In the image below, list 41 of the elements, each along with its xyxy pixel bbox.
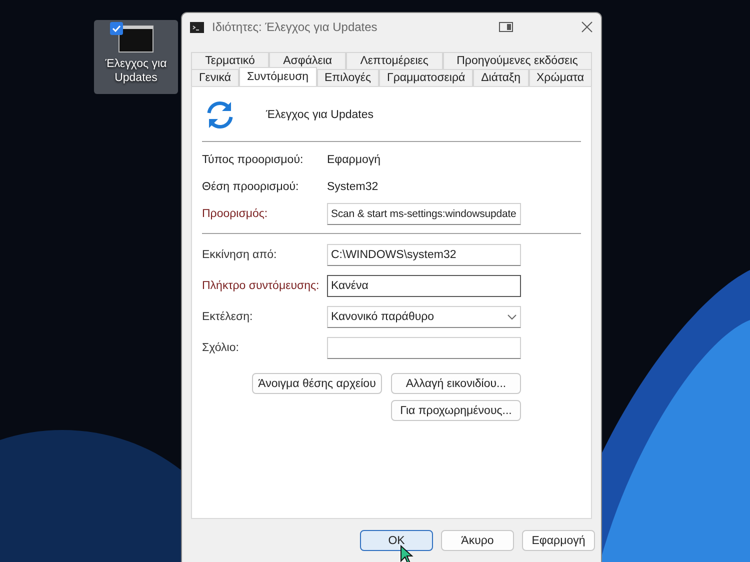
input-field[interactable]: C:\WINDOWS\system32 xyxy=(327,244,521,266)
desktop-shortcut[interactable]: Έλεγχος για Updates xyxy=(94,20,178,94)
target-field[interactable]: Scan & start ms-settings:windowsupdate xyxy=(327,203,521,225)
action-button[interactable]: Άνοιγμα θέσης αρχείου xyxy=(252,373,382,394)
field-value: System32 xyxy=(327,181,380,193)
tab[interactable]: Τερματικό xyxy=(191,52,269,69)
tab[interactable]: Διάταξη xyxy=(473,69,529,86)
dialog-button[interactable]: Άκυρο xyxy=(441,530,514,551)
tab[interactable]: Ασφάλεια xyxy=(269,52,346,69)
input-field[interactable] xyxy=(327,337,521,359)
field-label: Πλήκτρο συντόμευσης: xyxy=(202,280,320,292)
console-icon xyxy=(190,22,204,32)
field-label: Θέση προορισμού: xyxy=(202,181,300,193)
window-title: Ιδιότητες: Έλεγχος για Updates xyxy=(212,20,378,34)
field-label: Σχόλιο: xyxy=(202,342,240,354)
action-button[interactable]: Για προχωρημένους... xyxy=(391,400,521,421)
field-label: Εκκίνηση από: xyxy=(202,249,278,261)
field-label: Εκτέλεση: xyxy=(202,311,254,323)
field-label: Τύπος προορισμού: xyxy=(202,154,304,166)
field-value: Εφαρμογή xyxy=(327,154,382,166)
tab[interactable]: Συντόμευση xyxy=(238,67,317,86)
dialog-button[interactable]: OK xyxy=(360,530,433,551)
chevron-down-icon xyxy=(507,314,517,320)
tab[interactable]: Προηγούμενες εκδόσεις xyxy=(442,52,592,69)
dialog-button[interactable]: Εφαρμογή xyxy=(522,530,595,551)
dropdown[interactable]: Κανονικό παράθυρο xyxy=(327,306,521,328)
action-button[interactable]: Αλλαγή εικονιδίου... xyxy=(391,373,521,394)
shortcut-label: Έλεγχος για Updates xyxy=(104,57,168,85)
tab[interactable]: Χρώματα xyxy=(528,69,592,86)
checkbox-icon[interactable] xyxy=(110,22,123,35)
tab[interactable]: Γενικά xyxy=(191,69,239,86)
console-window-icon xyxy=(116,24,156,54)
close-icon[interactable] xyxy=(581,21,593,33)
input-field[interactable]: Κανένα xyxy=(327,275,521,297)
shortcut-name: Έλεγχος για Updates xyxy=(266,109,374,121)
tab[interactable]: Γραμματοσειρά xyxy=(379,69,474,86)
tab[interactable]: Επιλογές xyxy=(316,69,380,86)
cursor-icon xyxy=(400,545,414,562)
field-label: Προορισμός: xyxy=(202,208,269,220)
tab[interactable]: Λεπτομέρειες xyxy=(346,52,443,69)
snap-layout-icon[interactable] xyxy=(499,21,513,33)
